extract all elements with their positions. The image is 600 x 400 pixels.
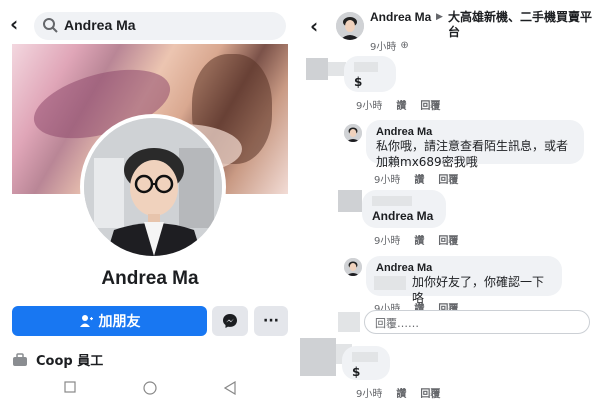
comment-actions: 9小時 讚 回覆 bbox=[356, 385, 440, 400]
search-query: Andrea Ma bbox=[64, 17, 136, 33]
comment-bubble[interactable]: Andrea Ma 私你哦，請注意查看陌生訊息，或者加賴mx689密我哦 bbox=[366, 120, 584, 169]
comment-author[interactable]: Andrea Ma bbox=[376, 262, 552, 274]
profile-person-image bbox=[84, 118, 222, 256]
recents-icon[interactable] bbox=[64, 381, 76, 393]
reply-button[interactable]: 回覆 bbox=[438, 232, 458, 247]
briefcase-icon bbox=[13, 352, 27, 366]
avatar[interactable] bbox=[306, 58, 328, 80]
comment-bubble[interactable]: $ bbox=[342, 346, 390, 380]
comment-bubble[interactable]: $ bbox=[344, 56, 396, 92]
comment-bubble[interactable]: Andrea Ma 加你好友了，你確認一下咯 bbox=[366, 256, 562, 305]
redacted-name bbox=[352, 352, 378, 362]
comment-bubble[interactable]: Andrea Ma bbox=[362, 190, 446, 228]
back-nav-icon[interactable] bbox=[224, 381, 236, 395]
comment-time: 9小時 bbox=[356, 101, 383, 112]
add-person-icon bbox=[79, 315, 93, 327]
avatar[interactable] bbox=[336, 12, 364, 40]
comment-time: 9小時 bbox=[374, 236, 401, 247]
arrow-right-icon: ▶ bbox=[436, 12, 443, 22]
like-button[interactable]: 讚 bbox=[396, 97, 406, 112]
profile-name: Andrea Ma bbox=[101, 268, 199, 289]
work-text: Coop 員工 bbox=[36, 354, 104, 369]
reply-button[interactable]: 回覆 bbox=[438, 171, 458, 186]
avatar[interactable] bbox=[300, 338, 336, 376]
redacted-name bbox=[372, 196, 412, 206]
globe-icon: ⊕ bbox=[400, 40, 409, 51]
comment-actions: 9小時 讚 回覆 bbox=[374, 232, 458, 247]
profile-panel: ‹ Andrea Ma Andrea Ma 加朋友 ··· Coop 員工 bbox=[0, 0, 300, 400]
redacted-tag bbox=[374, 276, 406, 290]
comment-body[interactable]: Andrea Ma bbox=[372, 208, 436, 224]
reply-input[interactable]: 回覆…… bbox=[364, 310, 590, 334]
home-icon[interactable] bbox=[143, 381, 157, 395]
group-name[interactable]: 大高雄新機、二手機買賣平台 bbox=[448, 10, 594, 40]
redacted-name bbox=[354, 62, 378, 72]
comment-time: 9小時 bbox=[374, 175, 401, 186]
like-button[interactable]: 讚 bbox=[414, 171, 424, 186]
back-arrow-icon[interactable]: ‹ bbox=[10, 12, 18, 36]
search-header: ‹ Andrea Ma bbox=[0, 0, 300, 44]
post-header: ‹ Andrea Ma ▶ 大高雄新機、二手機買賣平台 9小時 ⊕ bbox=[300, 0, 600, 53]
avatar[interactable] bbox=[338, 190, 362, 212]
comments-panel: ‹ Andrea Ma ▶ 大高雄新機、二手機買賣平台 9小時 ⊕ $ 9小時 … bbox=[300, 0, 600, 400]
reply-button[interactable]: 回覆 bbox=[420, 385, 440, 400]
more-options-button[interactable]: ··· bbox=[254, 306, 288, 336]
comment-body: $ bbox=[354, 75, 363, 89]
work-info: Coop 員工 bbox=[12, 350, 103, 369]
avatar[interactable] bbox=[344, 124, 362, 142]
like-button[interactable]: 讚 bbox=[396, 385, 406, 400]
avatar bbox=[338, 312, 360, 332]
reply-button[interactable]: 回覆 bbox=[420, 97, 440, 112]
comment-body: $ bbox=[352, 365, 361, 379]
back-arrow-icon[interactable]: ‹ bbox=[310, 14, 318, 38]
post-author[interactable]: Andrea Ma bbox=[370, 10, 431, 24]
like-button[interactable]: 讚 bbox=[414, 232, 424, 247]
search-input[interactable]: Andrea Ma bbox=[34, 12, 286, 40]
android-nav-bar bbox=[0, 378, 300, 400]
comment-time: 9小時 bbox=[356, 389, 383, 400]
messenger-button[interactable] bbox=[212, 306, 248, 336]
search-icon bbox=[43, 18, 58, 33]
comment-actions: 9小時 讚 回覆 bbox=[356, 97, 440, 112]
post-time: 9小時 bbox=[370, 42, 397, 53]
comment-author[interactable]: Andrea Ma bbox=[376, 126, 574, 138]
messenger-icon bbox=[223, 314, 237, 328]
avatar[interactable] bbox=[344, 258, 362, 276]
add-friend-button[interactable]: 加朋友 bbox=[12, 306, 207, 336]
add-friend-label: 加朋友 bbox=[98, 314, 141, 330]
comment-body: 私你哦，請注意查看陌生訊息，或者加賴mx689密我哦 bbox=[376, 139, 569, 169]
comment-actions: 9小時 讚 回覆 bbox=[374, 171, 458, 186]
post-meta: 9小時 ⊕ bbox=[370, 38, 409, 53]
profile-picture[interactable] bbox=[80, 114, 226, 260]
